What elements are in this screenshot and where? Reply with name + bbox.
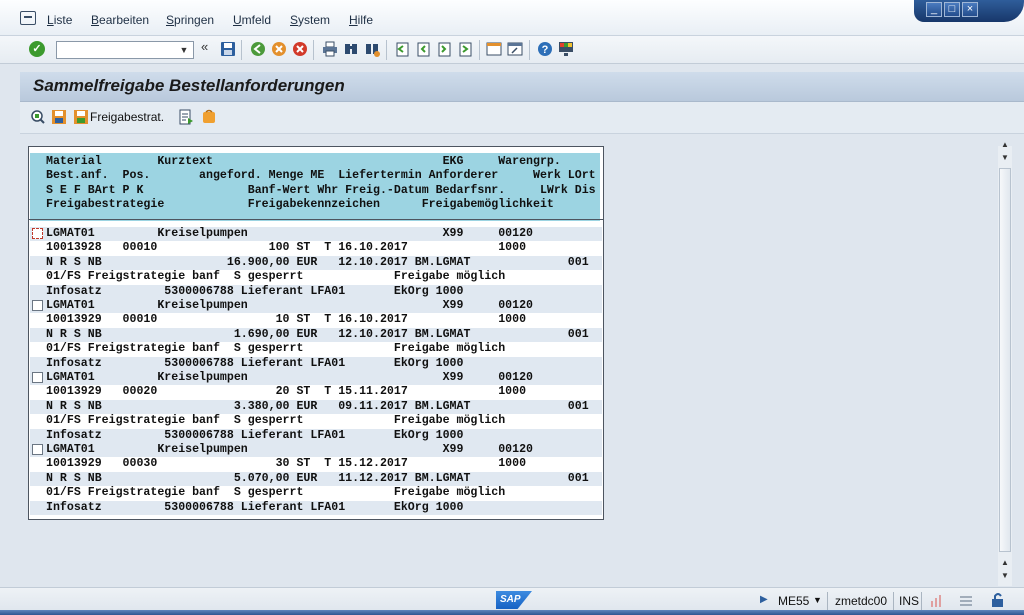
record-line: 10013928 00010 100 ST T 16.10.2017 1000 <box>46 241 527 255</box>
next-page-icon[interactable] <box>436 41 452 57</box>
back-arrows-icon[interactable]: « <box>201 39 217 55</box>
page-title: Sammelfreigabe Bestellanforderungen <box>33 76 345 95</box>
separator <box>241 40 242 60</box>
app-menu-icon[interactable] <box>20 11 36 25</box>
maximize-icon[interactable]: □ <box>944 2 960 17</box>
record-line: 01/FS Freigstrategie banf S gesperrt Fre… <box>46 342 506 356</box>
export-icon[interactable] <box>178 109 194 125</box>
title-bar: Sammelfreigabe Bestellanforderungen <box>20 72 1024 102</box>
record-line: 10013929 00030 30 ST T 15.12.2017 1000 <box>46 457 527 471</box>
separator <box>386 40 387 60</box>
menu-hilfe[interactable]: Hilfe <box>349 13 373 27</box>
chevron-down-icon[interactable]: ▼ <box>176 42 192 58</box>
menu-liste[interactable]: Liste <box>47 13 72 27</box>
bottom-border <box>0 610 1024 615</box>
find-next-icon[interactable] <box>364 41 380 57</box>
release-strategy-icon[interactable] <box>73 109 89 125</box>
header-line: Freigabestrategie Freigabekennzeichen Fr… <box>46 198 554 211</box>
separator <box>479 40 480 60</box>
svg-text:?: ? <box>542 44 549 56</box>
find-icon[interactable] <box>343 41 359 57</box>
separator <box>827 592 828 610</box>
back-icon[interactable] <box>250 41 266 57</box>
record-line: Infosatz 5300006788 Lieferant LFA01 EkOr… <box>46 500 464 514</box>
record-line: Infosatz 5300006788 Lieferant LFA01 EkOr… <box>46 428 464 442</box>
lock-icon[interactable] <box>201 109 217 125</box>
scroll-up-icon[interactable]: ▼ <box>1001 153 1009 162</box>
enter-icon[interactable]: ✓ <box>29 41 45 57</box>
layout-icon[interactable] <box>958 593 974 609</box>
separator <box>921 592 922 610</box>
cancel-icon[interactable] <box>292 41 308 57</box>
scroll-thumb[interactable] <box>999 168 1011 552</box>
record-line: LGMAT01 Kreiselpumpen X99 00120 <box>46 371 534 384</box>
menu-bearbeiten[interactable]: Bearbeiten <box>91 13 149 27</box>
menu-springen[interactable]: Springen <box>166 13 214 27</box>
separator <box>893 592 894 610</box>
print-icon[interactable] <box>322 41 338 57</box>
close-icon[interactable]: × <box>962 2 978 17</box>
separator <box>313 40 314 60</box>
record-line: LGMAT01 Kreiselpumpen X99 00120 <box>46 299 534 312</box>
application-toolbar: Freigabestrat. <box>20 102 1024 134</box>
insert-mode: INS <box>899 594 920 608</box>
record-line: N R S NB 16.900,00 EUR 12.10.2017 BM.LGM… <box>46 255 589 269</box>
record-line: 01/FS Freigstrategie banf S gesperrt Fre… <box>46 414 506 428</box>
server-name: zmetdc00 <box>835 594 888 608</box>
window-controls: _ □ × <box>914 0 1024 22</box>
menu-system[interactable]: System <box>290 13 330 27</box>
transaction-code: ME55 <box>778 594 810 608</box>
select-checkbox[interactable] <box>32 300 43 311</box>
vertical-scrollbar[interactable]: ▲ ▼ ▲ ▼ <box>998 140 1012 586</box>
last-page-icon[interactable] <box>457 41 473 57</box>
header-line: Material Kurztext EKG Warengrp. <box>46 155 561 168</box>
record-line: 10013929 00010 10 ST T 16.10.2017 1000 <box>46 313 527 327</box>
lock-icon[interactable] <box>990 592 1006 608</box>
record-line: 10013929 00020 20 ST T 15.11.2017 1000 <box>46 385 527 399</box>
save-release-icon[interactable] <box>51 109 67 125</box>
scroll-down-icon[interactable]: ▼ <box>1001 571 1009 580</box>
menu-umfeld[interactable]: Umfeld <box>233 13 271 27</box>
command-field[interactable] <box>56 41 194 59</box>
record-line: N R S NB 1.690,00 EUR 12.10.2017 BM.LGMA… <box>46 327 589 341</box>
minimize-icon[interactable]: _ <box>926 2 942 17</box>
record-line: Infosatz 5300006788 Lieferant LFA01 EkOr… <box>46 284 464 298</box>
header-line: Best.anf. Pos. angeford. Menge ME Liefer… <box>46 169 596 182</box>
save-icon[interactable] <box>220 41 236 57</box>
record-line: N R S NB 3.380,00 EUR 09.11.2017 BM.LGMA… <box>46 399 589 413</box>
separator <box>529 40 530 60</box>
record-line: Infosatz 5300006788 Lieferant LFA01 EkOr… <box>46 356 464 370</box>
header-divider <box>29 219 603 220</box>
record-line: 01/FS Freigstrategie banf S gesperrt Fre… <box>46 270 506 284</box>
customize-layout-icon[interactable] <box>558 41 574 57</box>
details-icon[interactable] <box>30 109 46 125</box>
record-line: LGMAT01 Kreiselpumpen X99 00120 <box>46 227 534 240</box>
record-line: 01/FS Freigstrategie banf S gesperrt Fre… <box>46 486 506 500</box>
record-line: N R S NB 5.070,00 EUR 11.12.2017 BM.LGMA… <box>46 471 589 485</box>
record-line: LGMAT01 Kreiselpumpen X99 00120 <box>46 443 534 456</box>
chevron-down-icon[interactable]: ▼ <box>813 595 822 605</box>
create-session-icon[interactable] <box>486 41 502 57</box>
exit-icon[interactable] <box>271 41 287 57</box>
scroll-up-icon[interactable]: ▲ <box>1001 140 1009 149</box>
select-checkbox[interactable] <box>32 372 43 383</box>
bars-icon <box>931 595 941 607</box>
select-checkbox[interactable] <box>32 444 43 455</box>
help-icon[interactable]: ? <box>537 41 553 57</box>
first-page-icon[interactable] <box>394 41 410 57</box>
previous-page-icon[interactable] <box>415 41 431 57</box>
menu-bar: Liste Bearbeiten Springen Umfeld System … <box>0 0 1024 36</box>
release-list: Material Kurztext EKG Warengrp. Best.anf… <box>28 146 604 520</box>
scroll-up-icon[interactable]: ▲ <box>1001 558 1009 567</box>
release-strategy-button[interactable]: Freigabestrat. <box>90 110 164 124</box>
sap-logo: SAP <box>496 591 532 609</box>
shortcut-icon[interactable] <box>507 41 523 57</box>
play-icon[interactable]: ▶ <box>760 594 768 605</box>
select-checkbox[interactable] <box>32 228 43 239</box>
header-line: S E F BArt P K Banf-Wert Whr Freig.-Datu… <box>46 184 596 197</box>
system-toolbar: ✓ ▼ « ? <box>0 36 1024 64</box>
